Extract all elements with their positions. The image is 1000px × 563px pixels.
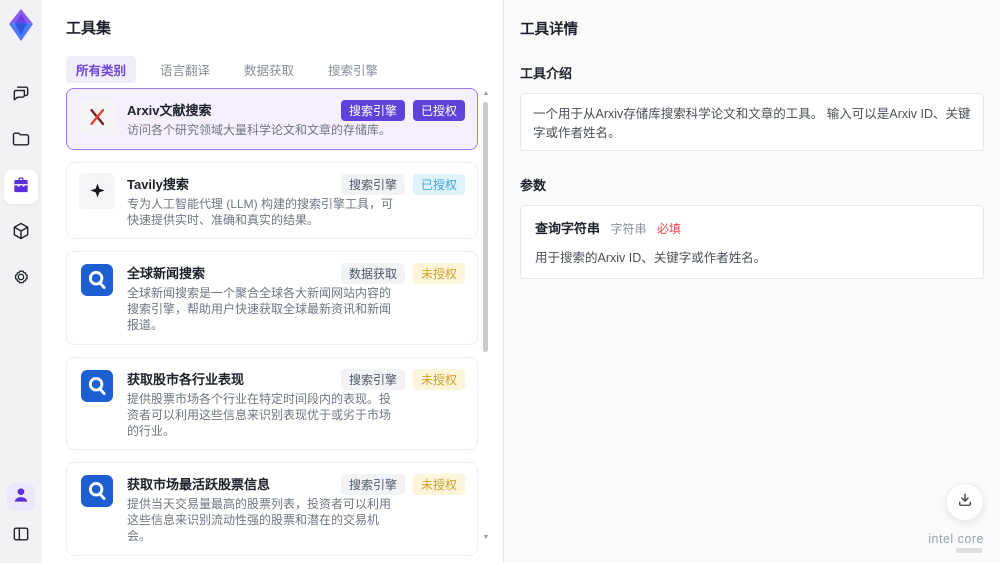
- tool-status-badge: 已授权: [412, 100, 465, 121]
- parameter-card: 查询字符串 字符串 必填 用于搜索的Arxiv ID、关键字或作者姓名。: [520, 205, 984, 279]
- category-tabs: 所有类别 语言翻译 数据获取 搜索引擎: [66, 56, 388, 83]
- sidebar-item-chat[interactable]: [4, 78, 38, 112]
- tool-icon: [79, 368, 115, 404]
- tool-list-item[interactable]: Arxiv文献搜索 访问各个研究领域大量科学论文和文章的存储库。 搜索引擎 已授…: [66, 88, 478, 150]
- tool-category-badge: 搜索引擎: [340, 474, 405, 496]
- tool-description: 提供当天交易量最高的股票列表，投资者可以利用这些信息来识别流动性强的股票和潜在的…: [127, 497, 392, 544]
- app-logo-icon[interactable]: [6, 8, 36, 42]
- tool-icon: [79, 172, 115, 209]
- sidebar-item-models[interactable]: [4, 216, 38, 250]
- toolbox-icon: [11, 175, 31, 200]
- tool-category-badge: 搜索引擎: [340, 368, 405, 390]
- tool-description: 全球新闻搜索是一个聚合全球各大新闻网站内容的搜索引擎，帮助用户快速获取全球最新资…: [127, 286, 392, 333]
- download-button[interactable]: [946, 483, 984, 521]
- scroll-up-arrow-icon[interactable]: ▲: [482, 90, 490, 98]
- tool-detail-panel: 工具详情 工具介绍 一个用于从Arxiv存储库搜索科学论文和文章的工具。 输入可…: [503, 0, 1000, 563]
- parameter-type: 字符串: [610, 222, 647, 236]
- tool-list: Arxiv文献搜索 访问各个研究领域大量科学论文和文章的存储库。 搜索引擎 已授…: [66, 88, 478, 563]
- tool-status-badge: 未授权: [412, 368, 465, 390]
- scrollbar-thumb[interactable]: [483, 102, 488, 352]
- sidebar-item-files[interactable]: [4, 124, 38, 158]
- parameter-name: 查询字符串: [535, 221, 601, 236]
- scroll-down-arrow-icon[interactable]: ▼: [482, 534, 490, 542]
- tool-icon: [79, 262, 115, 298]
- tab-language-translation[interactable]: 语言翻译: [150, 56, 220, 83]
- sidebar-bottom: [4, 483, 38, 553]
- tool-category-badge: 搜索引擎: [340, 100, 405, 121]
- tool-description: 访问各个研究领域大量科学论文和文章的存储库。: [127, 123, 392, 137]
- tool-badges: 搜索引擎 未授权: [340, 368, 465, 390]
- tab-all-categories[interactable]: 所有类别: [66, 56, 137, 83]
- page-title: 工具集: [66, 20, 112, 37]
- tool-intro-text: 一个用于从Arxiv存储库搜索科学论文和文章的工具。 输入可以是Arxiv ID…: [520, 93, 984, 151]
- params-heading: 参数: [520, 178, 547, 193]
- tool-list-item[interactable]: 全球新闻搜索 全球新闻搜索是一个聚合全球各大新闻网站内容的搜索引擎，帮助用户快速…: [66, 251, 478, 345]
- tool-status-badge: 已授权: [412, 173, 465, 195]
- gear-icon: [11, 267, 31, 292]
- brand-text: intel core: [928, 532, 984, 546]
- brand-mark: intel core: [928, 532, 984, 553]
- tool-badges: 搜索引擎 已授权: [340, 173, 465, 195]
- sidebar-item-settings[interactable]: [4, 262, 38, 296]
- user-avatar[interactable]: [7, 483, 35, 511]
- folder-icon: [11, 129, 31, 154]
- tab-search-engine[interactable]: 搜索引擎: [318, 56, 388, 83]
- detail-title: 工具详情: [520, 22, 578, 38]
- tool-badges: 搜索引擎 已授权: [340, 100, 465, 121]
- intro-heading: 工具介绍: [520, 66, 573, 81]
- cube-icon: [11, 221, 31, 246]
- chat-icon: [11, 83, 31, 108]
- parameter-header: 查询字符串 字符串 必填: [535, 218, 969, 238]
- tool-list-panel: 工具集 所有类别 语言翻译 数据获取 搜索引擎 Arxiv文献搜索 访问各个研究…: [42, 0, 503, 563]
- tool-list-item[interactable]: 获取市场最活跃股票信息 提供当天交易量最高的股票列表，投资者可以利用这些信息来识…: [66, 462, 478, 556]
- list-scrollbar[interactable]: ▲ ▼: [482, 88, 490, 550]
- parameter-description: 用于搜索的Arxiv ID、关键字或作者姓名。: [535, 251, 767, 265]
- tool-status-badge: 未授权: [412, 474, 465, 496]
- sidebar-nav: [4, 78, 38, 296]
- tool-badges: 搜索引擎 未授权: [340, 474, 465, 496]
- parameter-required-badge: 必填: [656, 222, 681, 236]
- tool-icon: [79, 99, 115, 135]
- tool-icon: [79, 473, 115, 509]
- tool-list-item[interactable]: Tavily搜索 专为人工智能代理 (LLM) 构建的搜索引擎工具，可快速提供实…: [66, 161, 478, 240]
- tool-description: 专为人工智能代理 (LLM) 构建的搜索引擎工具，可快速提供实时、准确和真实的结…: [127, 196, 394, 227]
- tool-category-badge: 搜索引擎: [340, 173, 405, 195]
- tool-status-badge: 未授权: [412, 263, 465, 285]
- download-icon: [956, 491, 974, 514]
- brand-subtext-bar: [956, 548, 982, 553]
- collapse-sidebar-button[interactable]: [4, 519, 38, 553]
- tab-data-fetching[interactable]: 数据获取: [234, 56, 304, 83]
- tool-category-badge: 数据获取: [340, 263, 405, 285]
- left-sidebar: [0, 0, 42, 563]
- collapse-panel-icon: [11, 524, 31, 549]
- tool-badges: 数据获取 未授权: [340, 263, 465, 285]
- user-icon: [11, 485, 31, 510]
- sidebar-item-tools[interactable]: [4, 170, 38, 204]
- tool-list-item[interactable]: 获取股市各行业表现 提供股票市场各个行业在特定时间段内的表现。投资者可以利用这些…: [66, 356, 478, 451]
- tool-description: 提供股票市场各个行业在特定时间段内的表现。投资者可以利用这些信息来识别表现优于或…: [127, 391, 392, 438]
